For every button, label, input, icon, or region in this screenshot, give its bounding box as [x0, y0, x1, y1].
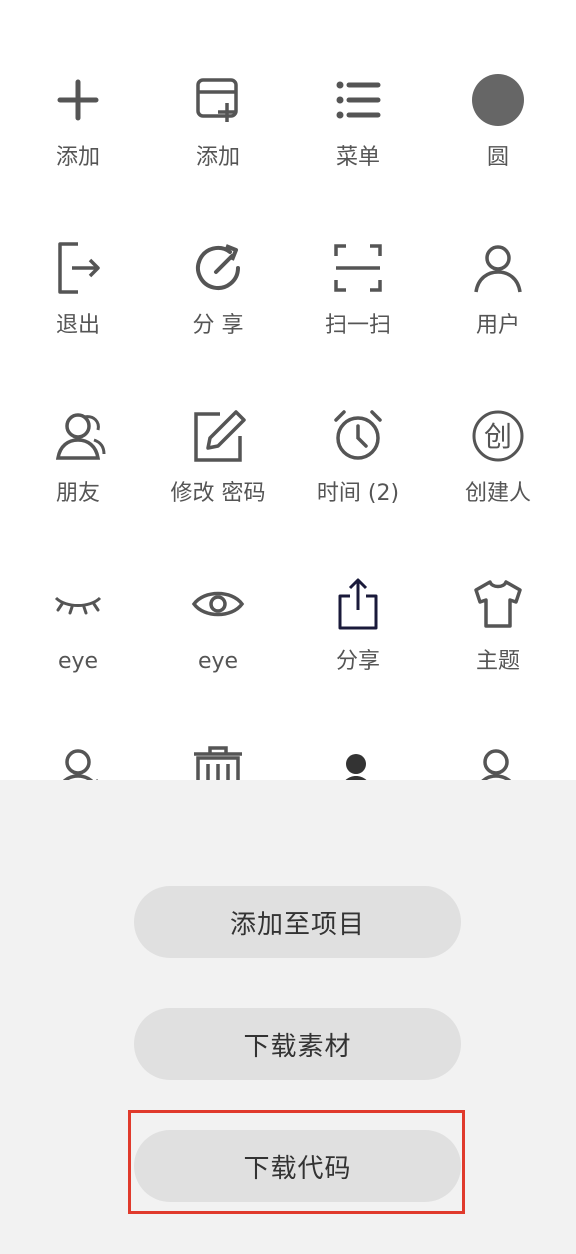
add-to-project-button[interactable]: 添加至项目 — [134, 886, 461, 958]
theme-shirt-icon — [474, 580, 522, 628]
share-rotate-icon — [196, 244, 240, 290]
grid-item-trash[interactable] — [146, 678, 290, 780]
grid-item-label: eye — [57, 649, 99, 674]
user-icon — [474, 245, 522, 293]
grid-item-user-transfer[interactable] — [6, 678, 150, 780]
grid-item-eye-open[interactable]: eye — [146, 510, 290, 678]
friends-icon — [55, 413, 106, 460]
grid-item-label: 主题 — [475, 649, 520, 674]
grid-item-edit-password[interactable]: 修改 密码 — [146, 342, 290, 510]
download-material-button[interactable]: 下载素材 — [134, 1008, 461, 1080]
grid-item-label: 分享 — [335, 649, 380, 674]
create-person-icon: 创 — [472, 410, 524, 462]
scan-icon — [334, 244, 382, 292]
user-export-icon — [345, 754, 367, 780]
grid-item-label: eye — [197, 649, 239, 674]
grid-item-circle[interactable]: 圆 — [426, 6, 570, 174]
grid-item-label: 用户 — [475, 313, 520, 338]
grid-item-theme[interactable]: 主题 — [426, 510, 570, 678]
grid-item-label: 退出 — [55, 313, 100, 338]
share-upload-icon — [338, 578, 378, 630]
selection-highlight — [128, 1110, 465, 1214]
grid-item-add-window[interactable]: 添加 — [146, 6, 290, 174]
eye-closed-icon — [54, 596, 102, 615]
filled-circle-icon — [472, 74, 524, 126]
grid-item-label: 圆 — [486, 145, 509, 170]
grid-item-label: 朋友 — [55, 481, 100, 506]
grid-item-label: 时间 (2) — [316, 481, 400, 506]
user-transfer-icon — [63, 749, 99, 780]
grid-item-menu[interactable]: 菜单 — [286, 6, 430, 174]
grid-item-label: 扫一扫 — [324, 313, 391, 338]
eye-open-icon — [191, 591, 245, 617]
edit-password-icon — [194, 410, 246, 462]
grid-item-creator[interactable]: 创 创建人 — [426, 342, 570, 510]
alarm-clock-icon — [334, 410, 382, 460]
grid-item-label: 添加 — [195, 145, 240, 170]
grid-item-user-arrow[interactable] — [426, 678, 570, 780]
plus-icon — [57, 79, 99, 121]
grid-item-eye-closed[interactable]: eye — [6, 510, 150, 678]
add-window-icon — [196, 78, 238, 122]
svg-text:创: 创 — [484, 420, 512, 453]
list-menu-icon — [336, 81, 381, 119]
grid-item-label: 添加 — [55, 145, 100, 170]
trash-icon — [194, 746, 242, 780]
grid-item-label: 修改 密码 — [170, 481, 266, 506]
grid-item-time[interactable]: 时间 (2) — [286, 342, 430, 510]
user-arrow-icon — [481, 749, 512, 780]
grid-item-label: 菜单 — [335, 145, 380, 170]
grid-item-friends[interactable]: 朋友 — [6, 342, 150, 510]
grid-item-share[interactable]: 分 享 — [146, 174, 290, 342]
grid-item-user[interactable]: 用户 — [426, 174, 570, 342]
grid-item-share-upload[interactable]: 分享 — [286, 510, 430, 678]
grid-item-add[interactable]: 添加 — [6, 6, 150, 174]
grid-item-scan[interactable]: 扫一扫 — [286, 174, 430, 342]
grid-item-user-export[interactable] — [286, 678, 430, 780]
grid-item-label: 创建人 — [464, 481, 531, 506]
grid-item-label: 分 享 — [192, 313, 244, 338]
grid-item-logout[interactable]: 退出 — [6, 174, 150, 342]
icon-grid: 添加 添加 菜单 圆 退出 分 享 扫一扫 用户 朋友 修改 密码 时间 (2)… — [0, 0, 576, 780]
logout-icon — [58, 242, 100, 294]
